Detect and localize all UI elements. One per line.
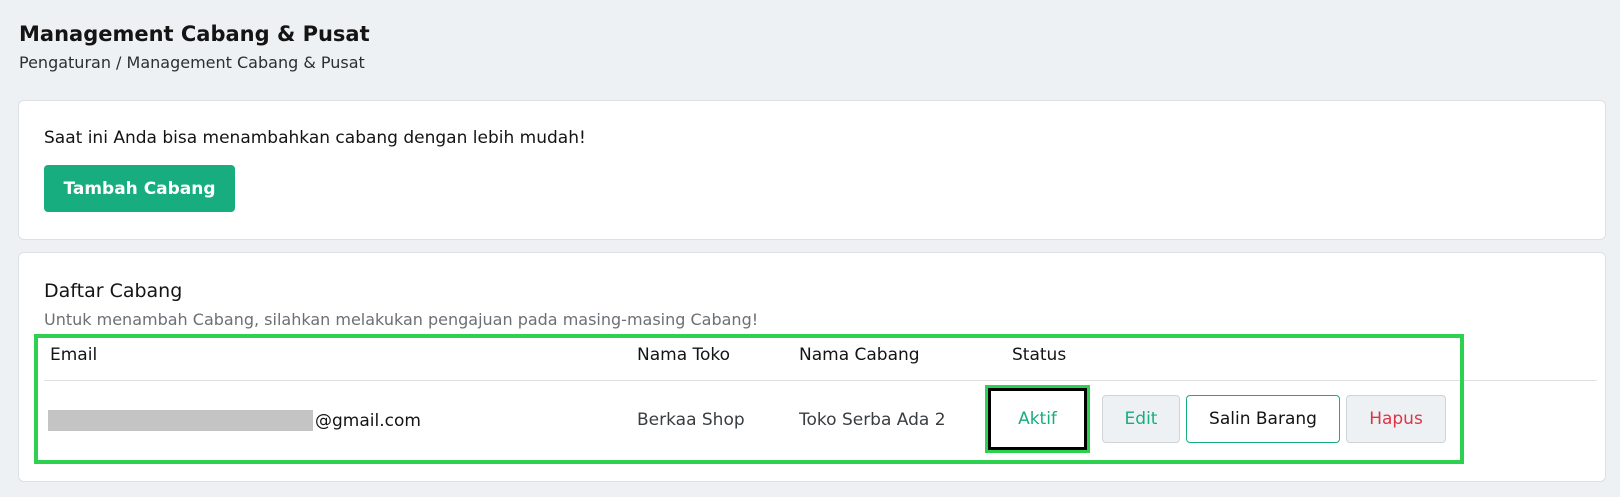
row-email: @gmail.com [48,410,421,431]
column-header-store-name: Nama Toko [637,345,731,365]
branch-list-card: Daftar Cabang Untuk menambah Cabang, sil… [18,252,1606,482]
branch-list-title: Daftar Cabang [44,280,183,302]
promo-card: Saat ini Anda bisa menambahkan cabang de… [18,100,1606,240]
edit-button[interactable]: Edit [1102,395,1180,443]
delete-button[interactable]: Hapus [1346,395,1446,443]
branch-list-subtitle: Untuk menambah Cabang, silahkan melakuka… [44,310,759,329]
page: Management Cabang & Pusat Pengaturan / M… [0,0,1620,497]
add-branch-button[interactable]: Tambah Cabang [44,165,235,212]
status-label: Aktif [1018,409,1057,429]
page-title: Management Cabang & Pusat [19,22,370,46]
column-header-status: Status [1012,345,1067,365]
promo-text: Saat ini Anda bisa menambahkan cabang de… [44,128,586,148]
status-badge: Aktif [985,385,1090,453]
row-branch-name: Toko Serba Ada 2 [799,410,946,430]
row-store-name: Berkaa Shop [637,410,745,430]
table-header-divider [44,380,1597,381]
column-header-email: Email [50,345,98,365]
email-suffix: @gmail.com [315,410,421,431]
redacted-email-block [48,410,313,431]
copy-items-button[interactable]: Salin Barang [1186,395,1340,443]
breadcrumb[interactable]: Pengaturan / Management Cabang & Pusat [19,52,1602,74]
column-header-branch-name: Nama Cabang [799,345,920,365]
